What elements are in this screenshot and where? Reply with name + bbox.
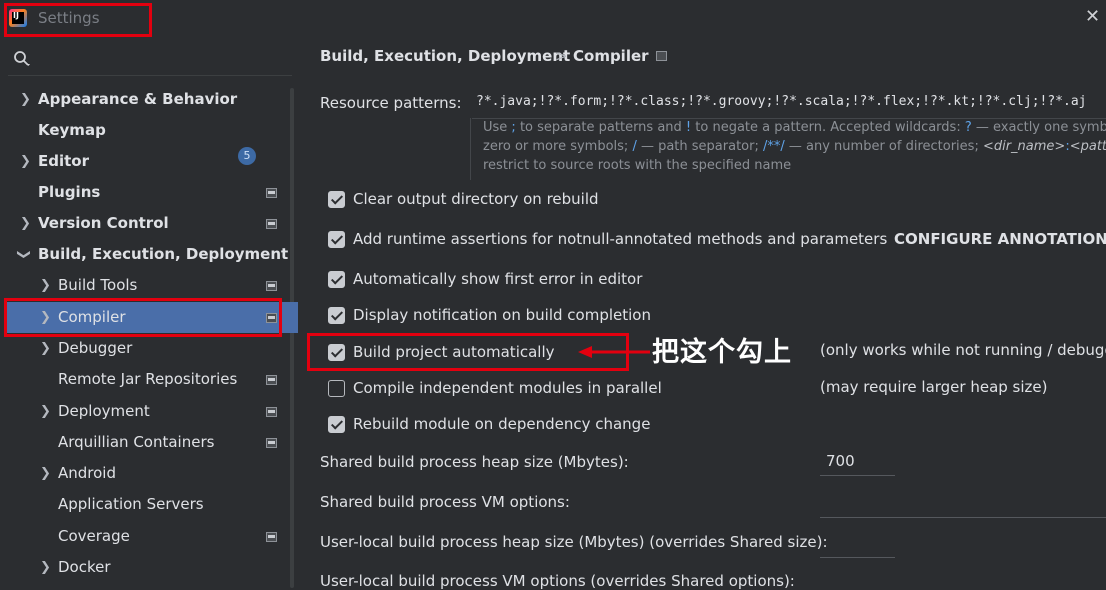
parallel-modules-note: (may require larger heap size) xyxy=(820,378,1048,396)
build-notification-label: Display notification on build completion xyxy=(353,306,651,324)
sidebar-item-label: Deployment xyxy=(58,402,150,420)
user-heap-size-input[interactable] xyxy=(820,534,895,558)
annotation-arrow xyxy=(578,346,650,358)
sidebar-item-label: Arquillian Containers xyxy=(58,433,215,451)
heap-size-label: Shared build process heap size (Mbytes): xyxy=(320,453,629,471)
breadcrumb-current: Compiler xyxy=(573,47,649,65)
heap-size-input[interactable]: 700 xyxy=(820,452,895,476)
sidebar-item-docker[interactable]: ❯ Docker xyxy=(0,552,290,583)
sidebar-item-label: Remote Jar Repositories xyxy=(58,370,238,388)
search-divider xyxy=(8,75,292,76)
sidebar-item-label: Docker xyxy=(58,558,111,576)
vm-options-label: Shared build process VM options: xyxy=(320,493,570,511)
chevron-right-icon: ❯ xyxy=(40,404,51,419)
build-notification-checkbox[interactable] xyxy=(328,307,345,324)
sidebar-item-android[interactable]: ❯ Android xyxy=(0,458,290,489)
sidebar-item-version-control[interactable]: ❯ Version Control xyxy=(0,208,290,239)
project-settings-icon xyxy=(266,188,277,198)
chevron-right-icon: ❯ xyxy=(40,466,51,481)
annotation-text: 把这个勾上 xyxy=(652,337,792,368)
project-settings-icon xyxy=(656,51,667,61)
configure-annotations-button[interactable]: CONFIGURE ANNOTATIONS xyxy=(894,230,1106,248)
build-automatically-note: (only works while not running / debugg xyxy=(820,341,1106,359)
sidebar-item-label: Version Control xyxy=(38,214,169,232)
sidebar-item-label: Debugger xyxy=(58,339,133,357)
project-settings-icon xyxy=(266,532,277,542)
sidebar-item-debugger[interactable]: ❯ Debugger xyxy=(0,333,290,364)
title-bar: IJ Settings ✕ xyxy=(0,0,1106,38)
clear-output-checkbox[interactable] xyxy=(328,191,345,208)
resource-patterns-label: Resource patterns: xyxy=(320,94,462,112)
breadcrumb-parent[interactable]: Build, Execution, Deployment xyxy=(320,47,570,65)
sidebar-item-build-tools[interactable]: ❯ Build Tools xyxy=(0,270,290,301)
sidebar-item-coverage[interactable]: Coverage xyxy=(0,521,290,552)
parallel-modules-label: Compile independent modules in parallel xyxy=(353,379,662,397)
sidebar-item-label: Editor xyxy=(38,152,89,170)
search-icon[interactable] xyxy=(13,50,31,68)
sidebar-scrollbar[interactable] xyxy=(290,88,294,588)
sidebar-item-label: Build, Execution, Deployment xyxy=(38,245,289,263)
compiler-highlight-box xyxy=(4,298,282,337)
chevron-right-icon: ❯ xyxy=(20,154,31,169)
resource-patterns-hint: Use ; to separate patterns and ! to nega… xyxy=(470,118,1106,180)
show-first-error-checkbox[interactable] xyxy=(328,271,345,288)
user-heap-size-label: User-local build process heap size (Mbyt… xyxy=(320,533,828,551)
sidebar-item-label: Keymap xyxy=(38,121,106,139)
close-icon[interactable]: ✕ xyxy=(1085,6,1100,27)
chevron-right-icon: ❯ xyxy=(40,560,51,575)
sidebar-item-label: Appearance & Behavior xyxy=(38,90,238,108)
chevron-right-icon: ❯ xyxy=(20,92,31,107)
project-settings-icon xyxy=(266,407,277,417)
project-settings-icon xyxy=(266,438,277,448)
title-highlight-box xyxy=(4,3,152,37)
clear-output-label: Clear output directory on rebuild xyxy=(353,190,599,208)
sidebar-item-label: Android xyxy=(58,464,116,482)
sidebar-item-build-execution-deployment[interactable]: ❯ Build, Execution, Deployment xyxy=(0,239,290,270)
sidebar-item-keymap[interactable]: Keymap xyxy=(0,115,290,146)
sidebar-item-plugins[interactable]: Plugins xyxy=(0,177,290,208)
parallel-modules-checkbox[interactable] xyxy=(328,380,345,397)
rebuild-on-dependency-checkbox[interactable] xyxy=(328,416,345,433)
runtime-assertions-checkbox[interactable] xyxy=(328,231,345,248)
runtime-assertions-label: Add runtime assertions for notnull-annot… xyxy=(353,230,888,248)
sidebar-item-appearance-behavior[interactable]: ❯ Appearance & Behavior xyxy=(0,84,290,115)
sidebar-item-label: Build Tools xyxy=(58,276,138,294)
chevron-right-icon: ❯ xyxy=(40,278,51,293)
sidebar-item-application-servers[interactable]: Application Servers xyxy=(0,489,290,520)
vm-options-input[interactable] xyxy=(820,494,1106,518)
chevron-right-icon: ❯ xyxy=(40,341,51,356)
sidebar-item-arquillian-containers[interactable]: Arquillian Containers xyxy=(0,427,290,458)
project-settings-icon xyxy=(266,281,277,291)
breadcrumb-separator: > xyxy=(555,47,568,65)
plugins-update-badge: 5 xyxy=(238,147,256,165)
sidebar-item-deployment[interactable]: ❯ Deployment xyxy=(0,396,290,427)
user-vm-options-label: User-local build process VM options (ove… xyxy=(320,572,795,590)
sidebar-item-label: Application Servers xyxy=(58,495,204,513)
sidebar-item-remote-jar-repositories[interactable]: Remote Jar Repositories xyxy=(0,364,290,395)
chevron-right-icon: ❯ xyxy=(20,216,31,231)
sidebar-item-label: Plugins xyxy=(38,183,101,201)
resource-patterns-value: ?*.java;!?*.form;!?*.class;!?*.groovy;!?… xyxy=(476,94,1087,109)
project-settings-icon xyxy=(266,375,277,385)
project-settings-icon xyxy=(266,219,277,229)
rebuild-on-dependency-label: Rebuild module on dependency change xyxy=(353,415,651,433)
sidebar-item-label: Coverage xyxy=(58,527,130,545)
chevron-down-icon: ❯ xyxy=(15,249,31,260)
show-first-error-label: Automatically show first error in editor xyxy=(353,270,643,288)
